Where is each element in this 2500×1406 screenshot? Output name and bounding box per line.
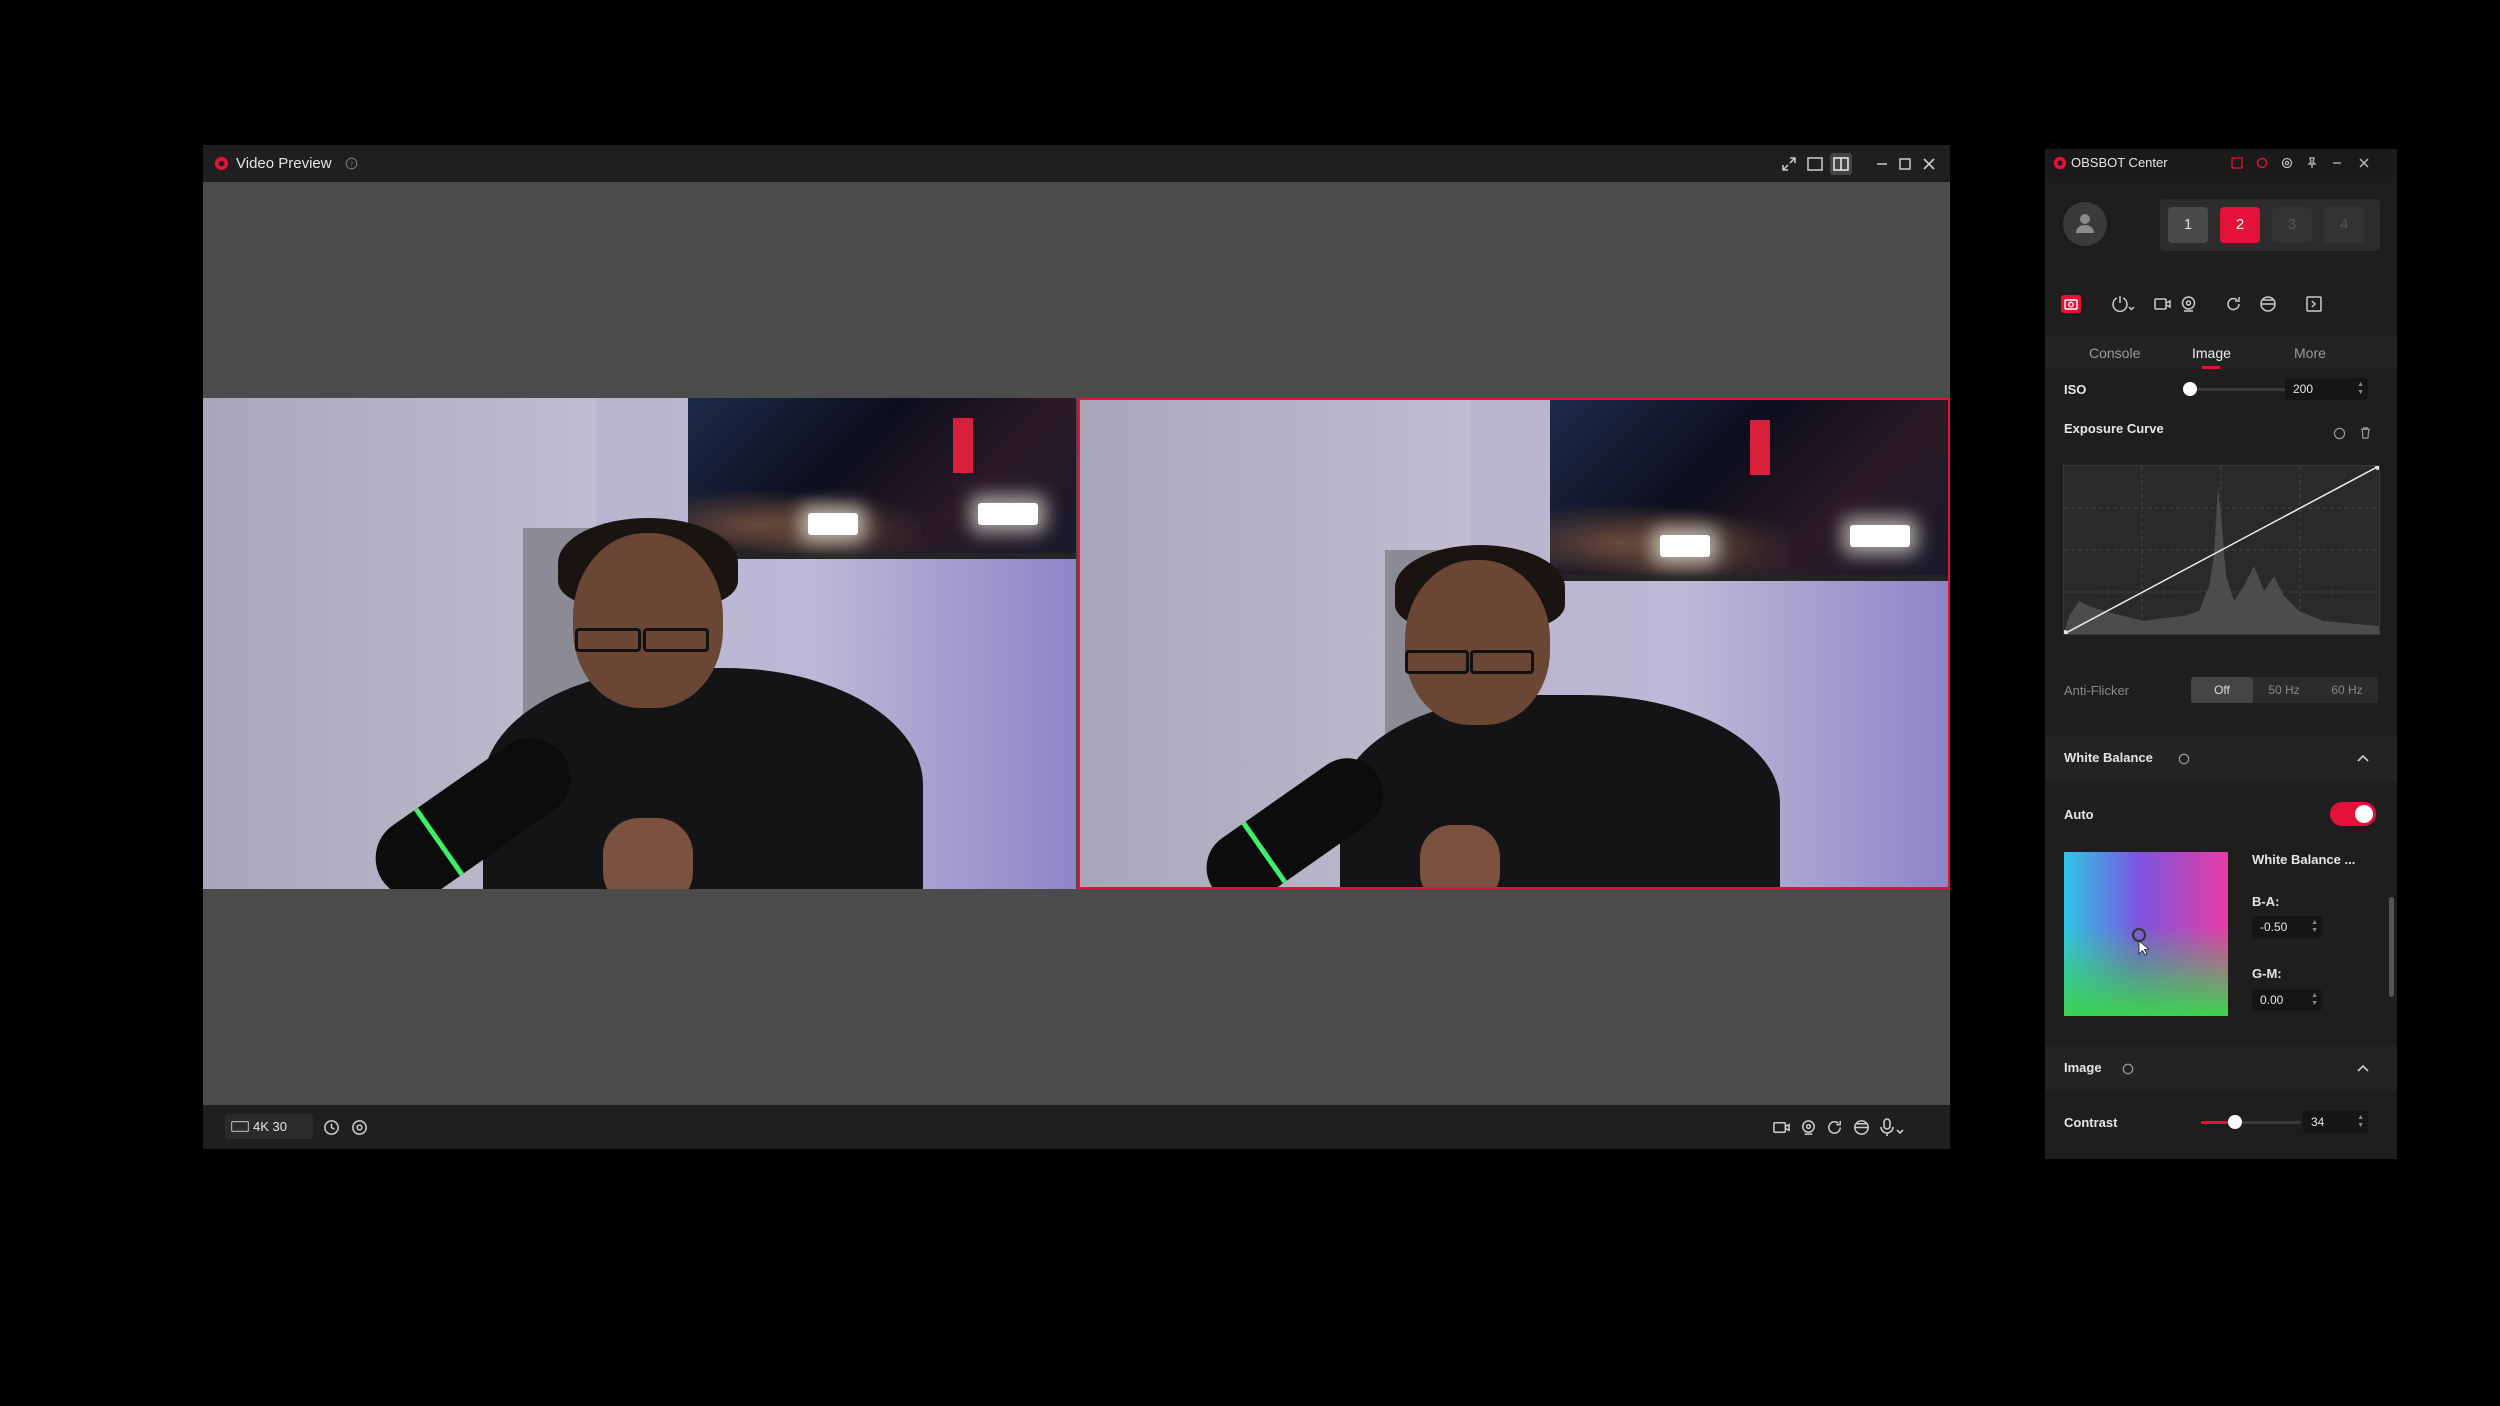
obsbot-logo-icon: [2053, 156, 2067, 170]
white-balance-title: White Balance: [2064, 750, 2153, 765]
gimbal-icon[interactable]: [1852, 1118, 1871, 1137]
auto-wb-toggle[interactable]: [2330, 802, 2376, 826]
anti-flicker-label: Anti-Flicker: [2064, 683, 2130, 698]
resolution-label: 4K 30: [253, 1119, 287, 1134]
window-title: Video Preview: [236, 155, 332, 172]
iso-slider-handle[interactable]: [2183, 382, 2197, 396]
function-toolbar: [2045, 284, 2397, 324]
preview-window-icon[interactable]: [2231, 157, 2243, 169]
record-icon[interactable]: [1772, 1118, 1791, 1137]
iso-input[interactable]: 200 ▲ ▼: [2285, 378, 2368, 400]
minimize-icon[interactable]: [1874, 156, 1890, 172]
tab-image[interactable]: Image: [2192, 345, 2231, 361]
user-icon: [2075, 212, 2095, 234]
settings-icon[interactable]: [2281, 157, 2293, 169]
tracking-icon[interactable]: [2180, 295, 2197, 313]
anti-flicker-off-option[interactable]: Off: [2191, 677, 2253, 703]
power-icon[interactable]: [2111, 296, 2139, 314]
anti-flicker-selector: Off 50 Hz 60 Hz: [2191, 677, 2378, 703]
auto-wb-label: Auto: [2064, 807, 2094, 822]
close-icon[interactable]: [1921, 156, 1937, 172]
iso-label: ISO: [2064, 382, 2087, 397]
rotate-right-icon[interactable]: [350, 1118, 369, 1137]
anti-flicker-50hz-option[interactable]: 50 Hz: [2253, 677, 2315, 703]
camera-feed-2[interactable]: [1078, 398, 1950, 889]
device-3-button[interactable]: 3: [2272, 207, 2312, 243]
active-tab-indicator: [2202, 366, 2220, 369]
camera-icon[interactable]: [2061, 295, 2081, 313]
gm-input[interactable]: 0.00 ▲ ▼: [2252, 989, 2322, 1011]
ba-label: B-A:: [2252, 894, 2280, 909]
contrast-label: Contrast: [2064, 1115, 2118, 1130]
device-4-button[interactable]: 4: [2324, 207, 2364, 243]
hd-icon: [231, 1121, 249, 1132]
fullscreen-icon[interactable]: [1781, 156, 1797, 172]
video-preview-window: Video Preview ? 4K 30: [203, 145, 1950, 1149]
image-section-header[interactable]: Image: [2045, 1045, 2397, 1091]
device-selector: 1 2 3 4: [2160, 199, 2380, 251]
help-icon[interactable]: ?: [345, 157, 358, 170]
resolution-badge[interactable]: 4K 30: [225, 1114, 313, 1139]
reset-circle-icon[interactable]: [2122, 1063, 2134, 1075]
window-title: OBSBOT Center: [2071, 155, 2168, 170]
pin-icon[interactable]: [2306, 157, 2318, 169]
white-balance-color-pad[interactable]: [2064, 852, 2228, 1016]
settings-tabs: Console Image More: [2045, 335, 2397, 369]
split-view-icon[interactable]: [1830, 153, 1852, 175]
video-preview-statusbar: 4K 30: [203, 1105, 1950, 1149]
svg-text:?: ?: [350, 159, 354, 168]
device-2-button[interactable]: 2: [2220, 207, 2260, 243]
reset-circle-icon[interactable]: [2178, 753, 2190, 765]
chevron-up-icon[interactable]: [2356, 752, 2370, 764]
camera-feed-1[interactable]: [203, 398, 1076, 889]
reset-icon[interactable]: [2225, 295, 2242, 313]
minimize-icon[interactable]: [2331, 157, 2343, 169]
microphone-icon[interactable]: [1878, 1117, 1906, 1137]
tab-console[interactable]: Console: [2089, 345, 2140, 361]
user-avatar[interactable]: [2063, 202, 2107, 246]
ba-input[interactable]: -0.50 ▲ ▼: [2252, 916, 2322, 938]
close-icon[interactable]: [2358, 157, 2370, 169]
obsbot-logo-icon: [214, 156, 229, 171]
tv-screen: [1550, 400, 1948, 581]
reset-circle-icon[interactable]: [2333, 427, 2346, 440]
record-icon[interactable]: [2154, 296, 2172, 312]
tv-screen: [688, 398, 1076, 559]
contrast-input[interactable]: 34 ▲ ▼: [2303, 1111, 2368, 1133]
obsbot-center-window: OBSBOT Center 1 2 3 4 Console Image More…: [2045, 149, 2397, 1159]
trash-icon[interactable]: [2359, 426, 2372, 440]
rotate-left-icon[interactable]: [322, 1118, 341, 1137]
tracking-icon[interactable]: [1799, 1118, 1818, 1137]
gm-label: G-M:: [2252, 966, 2282, 981]
white-balance-mode-label[interactable]: White Balance ...: [2252, 852, 2355, 867]
gimbal-icon[interactable]: [2259, 295, 2277, 313]
panel-scrollbar[interactable]: [2389, 897, 2394, 997]
chevron-up-icon[interactable]: [2356, 1062, 2370, 1074]
white-balance-section-header[interactable]: White Balance: [2045, 735, 2397, 781]
video-preview-titlebar[interactable]: Video Preview ?: [203, 145, 1950, 182]
maximize-icon[interactable]: [1897, 156, 1913, 172]
cursor-icon: [2138, 940, 2149, 956]
tab-more[interactable]: More: [2294, 345, 2326, 361]
single-view-icon[interactable]: [1806, 155, 1824, 173]
obsbot-titlebar[interactable]: OBSBOT Center: [2045, 149, 2397, 177]
contrast-slider-handle[interactable]: [2228, 1115, 2242, 1129]
image-section-title: Image: [2064, 1060, 2102, 1075]
device-1-button[interactable]: 1: [2168, 207, 2208, 243]
exposure-curve-label: Exposure Curve: [2064, 421, 2164, 436]
reset-icon[interactable]: [1825, 1118, 1844, 1137]
exposure-curve-graph[interactable]: [2063, 465, 2380, 635]
export-icon[interactable]: [2305, 295, 2323, 313]
record-dot-icon[interactable]: [2256, 157, 2268, 169]
anti-flicker-60hz-option[interactable]: 60 Hz: [2316, 677, 2378, 703]
